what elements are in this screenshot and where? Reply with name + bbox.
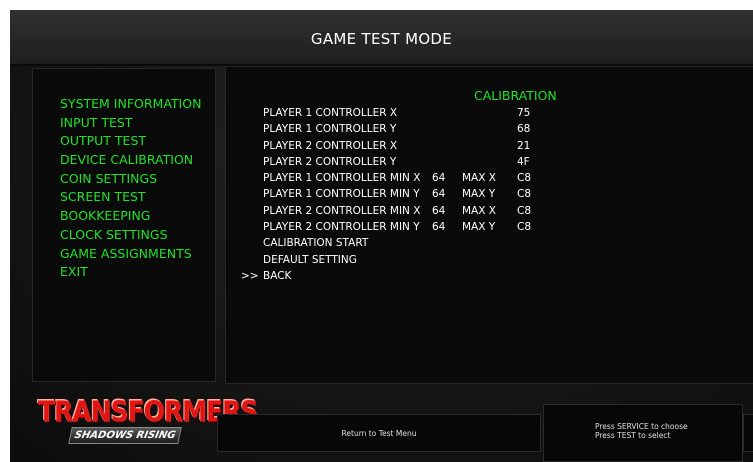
calibration-panel: CALIBRATION PLAYER 1 CONTROLLER X 75 PLAYE… — [225, 66, 753, 384]
test-menu-list: SYSTEM INFORMATION INPUT TEST OUTPUT TEST D… — [60, 95, 201, 282]
selection-cursor: >> — [241, 269, 259, 282]
row-label: PLAYER 2 CONTROLLER MIN Y — [263, 221, 420, 234]
calibration-row-default-setting[interactable]: DEFAULT SETTING — [226, 252, 753, 268]
row-max-label: MAX Y — [462, 221, 496, 234]
return-to-test-menu-box: Return to Test Menu — [217, 414, 541, 452]
row-label: BACK — [263, 269, 292, 282]
calibration-row-player-2-controller-x[interactable]: PLAYER 2 CONTROLLER X 21 — [226, 138, 753, 154]
menu-item-system-information[interactable]: SYSTEM INFORMATION — [60, 95, 201, 114]
calibration-row-player-2-controller-min-y[interactable]: PLAYER 2 CONTROLLER MIN Y 64 MAX Y C8 — [226, 219, 753, 235]
row-min-value: 64 — [432, 188, 446, 201]
menu-item-bookkeeping[interactable]: BOOKKEEPING — [60, 207, 201, 226]
row-max-label: MAX X — [462, 172, 496, 185]
menu-item-output-test[interactable]: OUTPUT TEST — [60, 132, 201, 151]
calibration-heading: CALIBRATION — [474, 88, 557, 103]
row-label: PLAYER 2 CONTROLLER Y — [263, 155, 397, 168]
row-max-label: MAX Y — [462, 188, 496, 201]
row-label: PLAYER 1 CONTROLLER MIN X — [263, 172, 421, 185]
row-label: PLAYER 1 CONTROLLER X — [263, 107, 398, 119]
menu-item-coin-settings[interactable]: COIN SETTINGS — [60, 170, 201, 189]
row-label: PLAYER 2 CONTROLLER X — [263, 139, 398, 152]
game-logo: TRANSFORMERS SHADOWS RISING — [38, 394, 258, 447]
menu-item-exit[interactable]: EXIT — [60, 263, 201, 282]
row-min-value: 64 — [432, 172, 446, 185]
calibration-row-player-2-controller-y[interactable]: PLAYER 2 CONTROLLER Y 4F — [226, 154, 753, 170]
footer-panel-edge — [743, 414, 753, 452]
test-mode-screen: GAME TEST MODE SYSTEM INFORMATION INPUT T… — [10, 10, 753, 462]
row-value: 21 — [517, 139, 531, 152]
calibration-row-player-1-controller-min-x[interactable]: PLAYER 1 CONTROLLER MIN X 64 MAX X C8 — [226, 170, 753, 186]
menu-item-game-assignments[interactable]: GAME ASSIGNMENTS — [60, 245, 201, 264]
row-min-value: 64 — [432, 204, 446, 217]
row-label: PLAYER 1 CONTROLLER Y — [263, 123, 397, 136]
calibration-rows: PLAYER 1 CONTROLLER X 75 PLAYER 1 CONTROLL… — [226, 105, 753, 284]
menu-item-screen-test[interactable]: SCREEN TEST — [60, 188, 201, 207]
test-menu-panel: SYSTEM INFORMATION INPUT TEST OUTPUT TEST D… — [32, 68, 216, 382]
menu-item-device-calibration[interactable]: DEVICE CALIBRATION — [60, 151, 201, 170]
calibration-row-calibration-start[interactable]: CALIBRATION START — [226, 235, 753, 251]
calibration-row-player-1-controller-y[interactable]: PLAYER 1 CONTROLLER Y 68 — [226, 121, 753, 137]
row-value: C8 — [517, 221, 532, 234]
row-label: PLAYER 1 CONTROLLER MIN Y — [263, 188, 420, 201]
calibration-row-player-1-controller-x[interactable]: PLAYER 1 CONTROLLER X 75 — [226, 105, 753, 121]
row-value: C8 — [517, 172, 532, 185]
title-bar: GAME TEST MODE — [10, 10, 753, 66]
calibration-row-back[interactable]: >> BACK — [226, 268, 753, 284]
row-value: 68 — [517, 123, 531, 136]
row-min-value: 64 — [432, 221, 446, 234]
row-value: C8 — [517, 204, 532, 217]
calibration-row-player-1-controller-min-y[interactable]: PLAYER 1 CONTROLLER MIN Y 64 MAX Y C8 — [226, 186, 753, 202]
instructions-box: Press SERVICE to choose Press TEST to se… — [543, 404, 743, 462]
row-value: 4F — [517, 155, 530, 168]
row-label: PLAYER 2 CONTROLLER MIN X — [263, 204, 421, 217]
instruction-service: Press SERVICE to choose — [595, 422, 688, 431]
calibration-row-player-2-controller-min-x[interactable]: PLAYER 2 CONTROLLER MIN X 64 MAX X C8 — [226, 203, 753, 219]
row-label: CALIBRATION START — [263, 237, 369, 250]
row-value: C8 — [517, 188, 532, 201]
footer-return-text: Return to Test Menu — [341, 429, 417, 438]
instruction-test: Press TEST to select — [595, 431, 671, 440]
logo-title: TRANSFORMERS — [38, 394, 258, 429]
row-value: 75 — [517, 107, 531, 119]
row-label: DEFAULT SETTING — [263, 253, 357, 266]
menu-item-clock-settings[interactable]: CLOCK SETTINGS — [60, 226, 201, 245]
page-title: GAME TEST MODE — [310, 30, 453, 48]
row-max-label: MAX X — [462, 204, 496, 217]
menu-item-input-test[interactable]: INPUT TEST — [60, 114, 201, 133]
logo-subtitle: SHADOWS RISING — [68, 427, 182, 444]
